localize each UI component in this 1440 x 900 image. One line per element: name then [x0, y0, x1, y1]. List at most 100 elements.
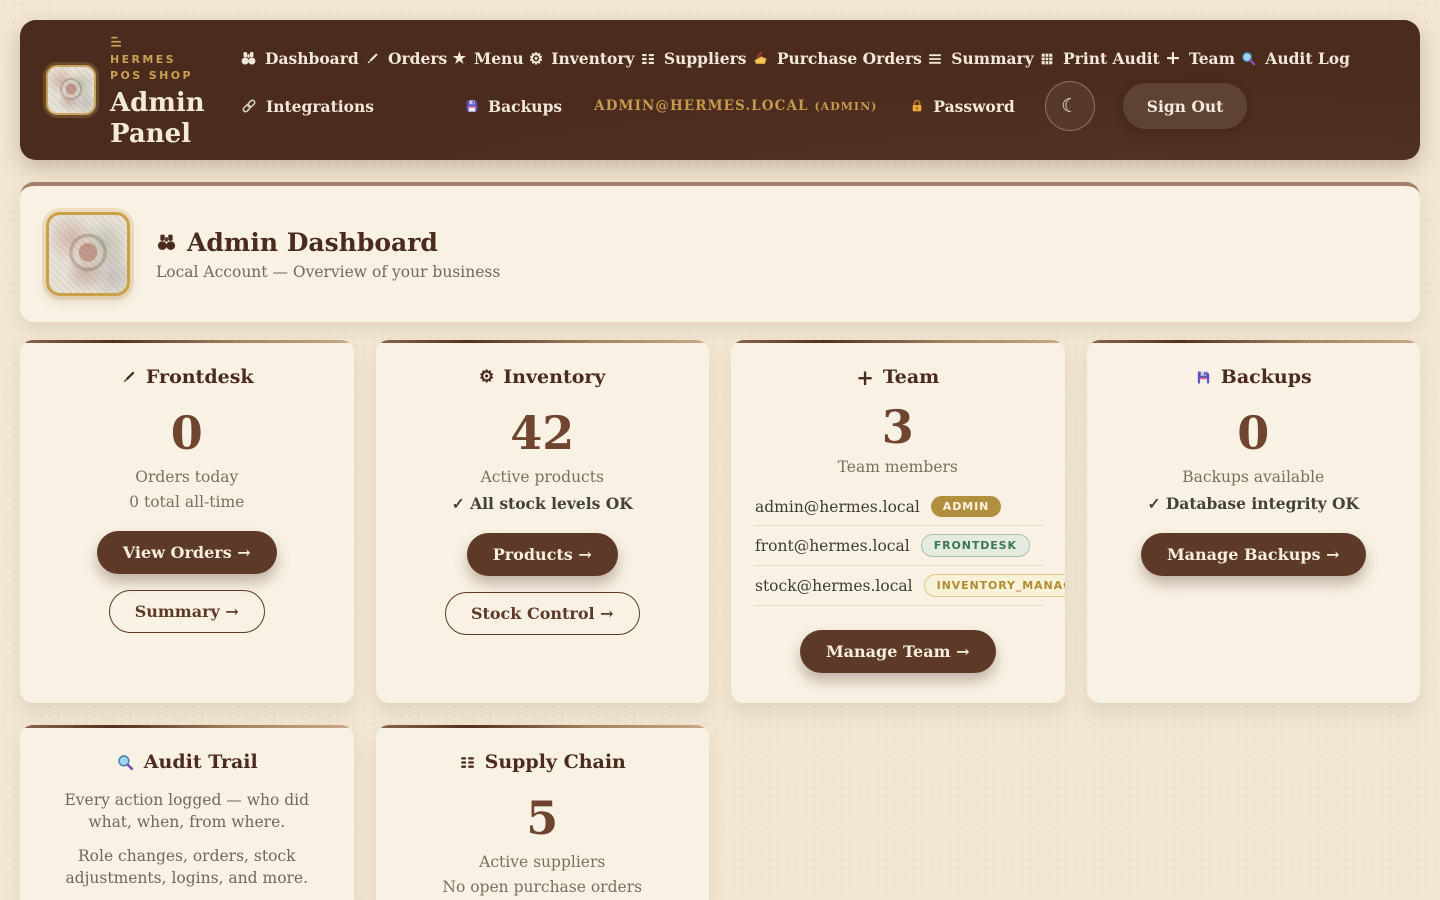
admin-panel-page: HERMES POS SHOP Admin Panel Dashboard Or… — [0, 20, 1440, 900]
star-icon: ★ — [453, 51, 466, 66]
hero-stamp-image — [46, 212, 130, 296]
nav-integrations[interactable]: Integrations — [240, 97, 374, 116]
nav-dashboard[interactable]: Dashboard — [240, 49, 359, 68]
database-status: ✓ Database integrity OK — [1109, 494, 1399, 513]
active-products-count: 42 — [398, 410, 688, 456]
dashboard-hero: Admin Dashboard Local Account — Overview… — [20, 182, 1420, 322]
list-icon — [459, 754, 476, 771]
nav-backups[interactable]: Backups — [464, 97, 562, 116]
brand: HERMES POS SHOP Admin Panel — [46, 30, 218, 149]
card-title: ⚙ Inventory — [398, 366, 688, 388]
hero-text: Admin Dashboard Local Account — Overview… — [156, 228, 500, 281]
backups-card: Backups 0 Backups available ✓ Database i… — [1087, 340, 1421, 703]
magnifier-icon — [1240, 50, 1257, 67]
inventory-card: ⚙ Inventory 42 Active products ✓ All sto… — [376, 340, 710, 703]
nav-team[interactable]: + Team — [1165, 49, 1235, 68]
nav-label: Menu — [474, 49, 524, 68]
floppy-disk-icon — [1195, 369, 1212, 386]
role-badge: INVENTORY_MANAGER — [924, 574, 1065, 597]
nav-label: Audit Log — [1265, 49, 1350, 68]
pencil-icon — [120, 369, 137, 386]
dashboard-cards: Frontdesk 0 Orders today 0 total all-tim… — [20, 340, 1420, 900]
stat-label: Active products — [398, 468, 688, 486]
nav-label: Dashboard — [265, 49, 359, 68]
plus-icon: + — [1165, 49, 1181, 68]
stat-label: Active suppliers — [398, 853, 688, 871]
team-card: + Team 3 Team members admin@hermes.local… — [731, 340, 1065, 703]
stat-label: Backups available — [1109, 468, 1399, 486]
panel-title: Admin Panel — [110, 88, 205, 149]
nav-print-audit[interactable]: Print Audit — [1039, 49, 1160, 68]
nav-inventory[interactable]: ⚙ Inventory — [529, 49, 635, 68]
member-email: admin@hermes.local — [755, 498, 920, 516]
team-member-row: stock@hermes.local INVENTORY_MANAGER — [753, 566, 1043, 606]
floppy-disk-icon — [464, 98, 480, 114]
nav-orders[interactable]: Orders — [364, 49, 447, 68]
nav-suppliers[interactable]: Suppliers — [640, 49, 747, 68]
header: HERMES POS SHOP Admin Panel Dashboard Or… — [20, 20, 1420, 160]
card-title: Frontdesk — [42, 366, 332, 388]
nav-menu[interactable]: ★ Menu — [453, 49, 524, 68]
audit-description-2: Role changes, orders, stock adjustments,… — [42, 845, 332, 889]
team-member-row: front@hermes.local FRONTDESK — [753, 526, 1043, 566]
nav-audit-log[interactable]: Audit Log — [1240, 49, 1350, 68]
lines-icon — [927, 51, 943, 67]
nav-label: Suppliers — [664, 49, 747, 68]
brand-text: HERMES POS SHOP Admin Panel — [110, 30, 205, 149]
card-title: Supply Chain — [398, 751, 688, 773]
page-title: Admin Dashboard — [156, 228, 500, 257]
stock-control-button[interactable]: Stock Control → — [445, 592, 640, 635]
role-badge: FRONTDESK — [921, 534, 1030, 557]
stock-status: ✓ All stock levels OK — [398, 494, 688, 513]
audit-trail-card: Audit Trail Every action logged — who di… — [20, 725, 354, 900]
view-orders-button[interactable]: View Orders → — [97, 531, 277, 574]
grid-icon — [1039, 51, 1055, 67]
binoculars-icon — [240, 50, 257, 67]
plus-icon: + — [856, 367, 874, 388]
shop-logo-image[interactable] — [46, 65, 96, 115]
binoculars-icon — [156, 232, 177, 253]
card-title: Audit Trail — [42, 751, 332, 773]
stat-label: Orders today — [42, 468, 332, 486]
frontdesk-card: Frontdesk 0 Orders today 0 total all-tim… — [20, 340, 354, 703]
nav-password[interactable]: Password — [909, 97, 1014, 116]
active-suppliers-count: 5 — [398, 795, 688, 841]
team-members-count: 3 — [753, 404, 1043, 450]
nav-label: Inventory — [551, 49, 634, 68]
primary-nav: Dashboard Orders ★ Menu ⚙ Inventory Supp… — [240, 49, 1394, 68]
products-button[interactable]: Products → — [467, 533, 618, 576]
nav-summary[interactable]: Summary — [927, 49, 1033, 68]
nav-purchase-orders[interactable]: Purchase Orders — [752, 49, 922, 68]
magnifier-icon — [116, 753, 135, 772]
nav-label: Print Audit — [1063, 49, 1160, 68]
shop-name: HERMES POS SHOP — [110, 52, 205, 84]
card-title: Backups — [1109, 366, 1399, 388]
menu-lines-icon — [110, 36, 124, 48]
manage-backups-button[interactable]: Manage Backups → — [1141, 533, 1366, 576]
link-icon — [240, 97, 258, 115]
writing-hand-icon — [752, 50, 769, 67]
manage-team-button[interactable]: Manage Team → — [800, 630, 996, 673]
page-title-text: Admin Dashboard — [187, 228, 438, 257]
stat-sublabel: No open purchase orders — [398, 878, 688, 896]
nav-label: Backups — [488, 97, 562, 116]
account-role: (ADMIN) — [814, 100, 877, 113]
sign-out-button[interactable]: Sign Out — [1123, 83, 1248, 129]
summary-button[interactable]: Summary → — [109, 590, 265, 633]
theme-toggle-button[interactable]: ☾ — [1045, 81, 1095, 131]
nav-label: Purchase Orders — [777, 49, 922, 68]
account-label: ADMIN@HERMES.LOCAL (ADMIN) — [594, 98, 877, 114]
nav-label: Orders — [388, 49, 447, 68]
gear-icon: ⚙ — [529, 51, 543, 67]
member-email: front@hermes.local — [755, 537, 910, 555]
pencil-icon — [364, 51, 380, 67]
page-subtitle: Local Account — Overview of your busines… — [156, 263, 500, 281]
role-badge: ADMIN — [931, 496, 1001, 517]
nav-label: Team — [1189, 49, 1235, 68]
audit-description-1: Every action logged — who did what, when… — [42, 789, 332, 833]
nav-label: Summary — [951, 49, 1033, 68]
supply-chain-card: Supply Chain 5 Active suppliers No open … — [376, 725, 710, 900]
stat-label: Team members — [753, 458, 1043, 476]
member-email: stock@hermes.local — [755, 577, 913, 595]
nav-label: Integrations — [266, 97, 374, 116]
